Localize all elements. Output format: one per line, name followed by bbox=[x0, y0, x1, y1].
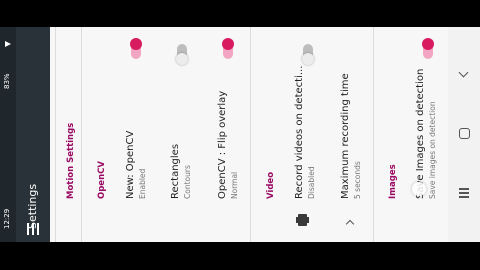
divider bbox=[250, 27, 251, 242]
setting-flip-overlay[interactable]: OpenCV : Flip overlay Normal bbox=[212, 27, 248, 242]
recents-icon[interactable] bbox=[459, 188, 469, 198]
setting-title: Save Images on detection bbox=[415, 68, 426, 199]
status-time: 12:29 bbox=[3, 208, 11, 229]
battery-level: 83% bbox=[3, 73, 11, 89]
motion-settings-header: Motion Settings bbox=[66, 122, 76, 199]
settings-list: Motion Settings OpenCV New: OpenCV Enabl… bbox=[50, 27, 448, 242]
status-bar: 83% 12:29 bbox=[0, 27, 16, 242]
setting-rectangles[interactable]: Rectangles Contours bbox=[165, 27, 201, 242]
setting-subtitle: Save images on detection bbox=[428, 101, 437, 199]
setting-title: OpenCV : Flip overlay bbox=[217, 90, 228, 199]
setting-title: New: OpenCV bbox=[125, 130, 136, 199]
home-icon[interactable] bbox=[459, 128, 470, 139]
divider bbox=[81, 27, 82, 242]
opencv-section-title: OpenCV bbox=[97, 161, 107, 199]
setting-subtitle: 5 seconds bbox=[353, 161, 362, 199]
touch-indicator bbox=[412, 182, 426, 196]
video-camera-icon bbox=[296, 214, 309, 226]
app-bar: Settings bbox=[16, 27, 50, 242]
setting-subtitle: Normal bbox=[230, 171, 239, 199]
wifi-icon bbox=[5, 41, 11, 47]
images-section-title: Images bbox=[388, 164, 398, 199]
setting-title: Record videos on detecti... bbox=[294, 65, 305, 199]
setting-subtitle: Enabled bbox=[138, 168, 147, 199]
setting-record-videos[interactable]: Record videos on detecti... Disabled bbox=[290, 27, 328, 242]
divider bbox=[373, 27, 374, 242]
phone-screen: 83% 12:29 Settings Motion Settings OpenC… bbox=[0, 0, 480, 270]
video-section-title: Video bbox=[266, 171, 276, 199]
back-icon[interactable] bbox=[458, 67, 469, 78]
chevron-up-icon[interactable] bbox=[345, 219, 355, 229]
setting-new-opencv[interactable]: New: OpenCV Enabled bbox=[120, 27, 156, 242]
divider bbox=[55, 27, 56, 242]
setting-subtitle: Contours bbox=[183, 165, 192, 199]
menu-icon[interactable] bbox=[27, 223, 39, 235]
setting-subtitle: Disabled bbox=[307, 166, 316, 199]
navigation-bar bbox=[448, 27, 480, 242]
setting-save-images[interactable]: Save Images on detection Save images on … bbox=[410, 27, 446, 242]
setting-max-recording-time[interactable]: Maximum recording time 5 seconds bbox=[335, 27, 371, 242]
setting-title: Rectangles bbox=[170, 143, 181, 199]
setting-title: Maximum recording time bbox=[340, 73, 351, 199]
